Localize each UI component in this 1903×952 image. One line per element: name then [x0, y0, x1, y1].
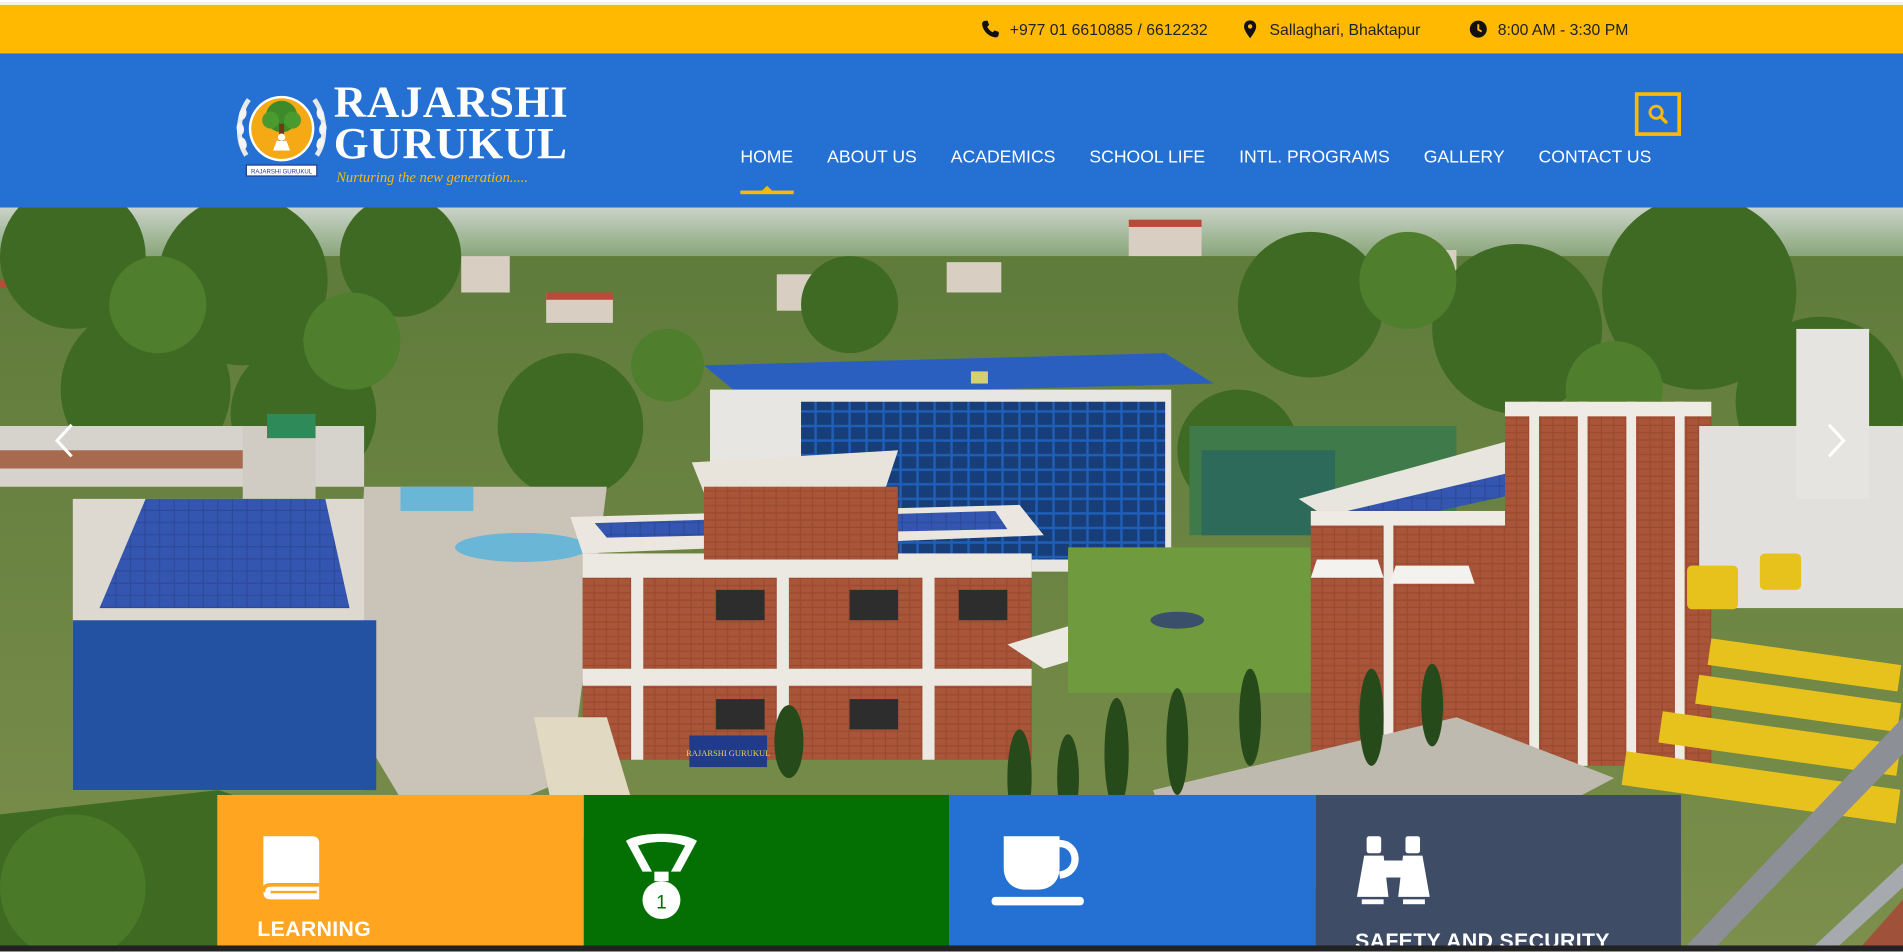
- medal-number: 1: [656, 892, 667, 913]
- phone-info[interactable]: +977 01 6610885 / 6612232: [981, 5, 1208, 54]
- emblem-ribbon-text: RAJARSHI GURUKUL: [251, 170, 313, 176]
- nav-item-home[interactable]: HOME: [740, 138, 793, 195]
- feature-learning[interactable]: LEARNING: [217, 794, 584, 952]
- search-icon: [1648, 104, 1668, 124]
- nav-item-intl-programs[interactable]: INTL. PROGRAMS: [1239, 138, 1390, 194]
- slider-prev-button[interactable]: [46, 416, 82, 465]
- page: +977 01 6610885 / 6612232 Sallaghari, Bh…: [0, 0, 1903, 952]
- top-strip: [0, 0, 1903, 4]
- chevron-left-icon: [54, 423, 73, 458]
- feature-cafeteria[interactable]: [949, 794, 1316, 952]
- address-text: Sallaghari, Bhaktapur: [1269, 20, 1421, 39]
- nav-item-academics[interactable]: ACADEMICS: [951, 138, 1056, 194]
- feature-boxes: LEARNING 1 SAFETY AND SECURITY: [217, 794, 1681, 952]
- site-logo[interactable]: RAJARSHI GURUKUL RAJARSHI GURUKUL Nurtur…: [234, 79, 574, 189]
- coffee-cup-icon: [991, 836, 1084, 906]
- clock-icon: [1469, 20, 1487, 38]
- nav-item-about-us[interactable]: ABOUT US: [827, 138, 917, 194]
- phone-icon: [982, 20, 999, 38]
- school-emblem-icon: RAJARSHI GURUKUL: [236, 95, 327, 177]
- nav-item-school-life[interactable]: SCHOOL LIFE: [1089, 138, 1205, 194]
- map-marker-icon: [1244, 20, 1257, 39]
- phone-text: +977 01 6610885 / 6612232: [1009, 20, 1208, 39]
- address-info: Sallaghari, Bhaktapur: [1240, 5, 1420, 54]
- search-button[interactable]: [1634, 92, 1681, 136]
- feature-learning-label: LEARNING: [257, 916, 372, 941]
- campus-sign-text: RAJARSHI GURUKUL: [686, 748, 770, 758]
- chevron-right-icon: [1827, 423, 1846, 458]
- book-icon: [261, 836, 320, 900]
- hours-info: 8:00 AM - 3:30 PM: [1469, 5, 1629, 54]
- feature-safety-security[interactable]: SAFETY AND SECURITY: [1315, 794, 1681, 952]
- medal-icon: 1: [625, 833, 697, 920]
- binoculars-icon: [1356, 836, 1430, 905]
- hours-text: 8:00 AM - 3:30 PM: [1497, 20, 1629, 39]
- logo-title-line2: GURUKUL: [333, 118, 568, 169]
- nav-item-contact-us[interactable]: CONTACT US: [1539, 138, 1652, 194]
- top-info-bar: +977 01 6610885 / 6612232 Sallaghari, Bh…: [0, 4, 1903, 54]
- slider-next-button[interactable]: [1818, 416, 1854, 465]
- nav-item-gallery[interactable]: GALLERY: [1424, 138, 1505, 194]
- main-nav: HOME ABOUT US ACADEMICS SCHOOL LIFE INTL…: [740, 138, 1651, 199]
- feature-achievement[interactable]: 1: [583, 794, 950, 952]
- logo-tagline: Nurturing the new generation.....: [336, 168, 528, 186]
- bottom-edge-bar: [0, 945, 1903, 952]
- main-header: RAJARSHI GURUKUL RAJARSHI GURUKUL Nurtur…: [0, 53, 1903, 208]
